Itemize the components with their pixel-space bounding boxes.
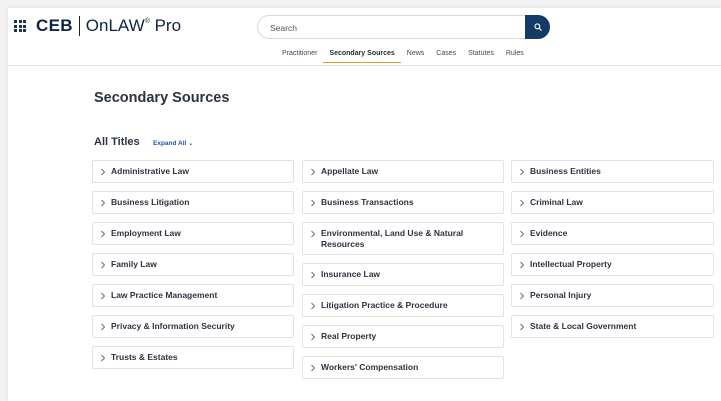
tab-rules[interactable]: Rules (500, 50, 530, 63)
chevron-right-icon (311, 364, 316, 372)
chevron-right-icon (311, 230, 316, 238)
title-item[interactable]: Employment Law (92, 222, 294, 245)
chevron-right-icon (101, 168, 106, 176)
chevron-right-icon (101, 199, 106, 207)
section-title: All Titles (94, 136, 140, 148)
title-item[interactable]: Criminal Law (511, 191, 714, 214)
title-item[interactable]: Real Property (302, 325, 504, 348)
chevron-right-icon (101, 230, 106, 238)
tab-news[interactable]: News (401, 50, 431, 63)
chevron-right-icon (311, 333, 316, 341)
logo[interactable]: CEB OnLAW® Pro (36, 15, 181, 37)
nav-tabs: Practitioner Secondary Sources News Cases St… (276, 50, 530, 63)
title-item-label: Evidence (530, 228, 568, 239)
chevron-right-icon (311, 271, 316, 279)
tab-practitioner[interactable]: Practitioner (276, 50, 323, 63)
chevron-right-icon (520, 230, 525, 238)
top-bar: CEB OnLAW® Pro (0, 0, 721, 40)
title-item[interactable]: Business Entities (511, 160, 714, 183)
logo-divider (78, 16, 80, 36)
title-item[interactable]: Personal Injury (511, 284, 714, 307)
title-item[interactable]: Law Practice Management (92, 284, 294, 307)
tab-cases[interactable]: Cases (430, 50, 462, 63)
logo-product: OnLAW® Pro (85, 16, 182, 35)
chevron-right-icon (101, 292, 106, 300)
search-icon (533, 23, 542, 31)
logo-brand: CEB (36, 16, 73, 35)
title-item[interactable]: Environmental, Land Use & Natural Resour… (302, 222, 504, 255)
title-item-label: Personal Injury (530, 290, 592, 301)
title-item-label: Criminal Law (530, 197, 583, 208)
title-item-label: Insurance Law (321, 269, 381, 280)
title-item[interactable]: Litigation Practice & Procedure (302, 294, 504, 317)
title-item-label: Trusts & Estates (111, 352, 178, 363)
title-item[interactable]: Administrative Law (92, 160, 294, 183)
page-title: Secondary Sources (94, 90, 230, 106)
title-item[interactable]: Evidence (511, 222, 714, 245)
tab-statutes[interactable]: Statutes (462, 50, 500, 63)
search-button[interactable] (525, 15, 550, 39)
title-item-label: State & Local Government (530, 321, 637, 332)
title-item-label: Real Property (321, 331, 377, 342)
title-item[interactable]: State & Local Government (511, 315, 714, 338)
title-item[interactable]: Business Litigation (92, 191, 294, 214)
title-item-label: Environmental, Land Use & Natural Resour… (321, 228, 464, 249)
title-item-label: Family Law (111, 259, 157, 270)
title-item-label: Business Transactions (321, 197, 414, 208)
expand-all-link[interactable]: Expand All ⌄ (153, 139, 194, 147)
title-item[interactable]: Privacy & Information Security (92, 315, 294, 338)
search-bar (257, 15, 550, 39)
title-item[interactable]: Insurance Law (302, 263, 504, 286)
title-item[interactable]: Workers' Compensation (302, 356, 504, 379)
chevron-right-icon (101, 354, 106, 362)
title-item-label: Privacy & Information Security (111, 321, 235, 332)
title-item-label: Business Entities (530, 166, 601, 177)
title-item[interactable]: Business Transactions (302, 191, 504, 214)
title-item-label: Appellate Law (321, 166, 379, 177)
title-item-label: Workers' Compensation (321, 362, 419, 373)
chevron-right-icon (520, 292, 525, 300)
title-item-label: Administrative Law (111, 166, 189, 177)
title-item[interactable]: Family Law (92, 253, 294, 276)
title-item-label: Litigation Practice & Procedure (321, 300, 448, 311)
title-item-label: Employment Law (111, 228, 181, 239)
title-item[interactable]: Trusts & Estates (92, 346, 294, 369)
apps-grid-icon[interactable] (14, 20, 26, 32)
titles-column-3: Business Entities Criminal Law Evidence Int… (511, 160, 714, 346)
titles-column-1: Administrative Law Business Litigation Emp… (92, 160, 294, 377)
titles-column-2: Appellate Law Business Transactions Enviro… (302, 160, 504, 387)
chevron-right-icon (311, 168, 316, 176)
chevron-right-icon (520, 168, 525, 176)
title-item-label: Law Practice Management (111, 290, 218, 301)
chevron-right-icon (520, 199, 525, 207)
tabs-divider (8, 65, 721, 66)
search-input[interactable] (270, 20, 490, 35)
title-item-label: Business Litigation (111, 197, 190, 208)
chevron-right-icon (520, 323, 525, 331)
title-item-label: Intellectual Property (530, 259, 612, 270)
chevron-right-icon (311, 302, 316, 310)
chevron-right-icon (520, 261, 525, 269)
chevron-right-icon (311, 199, 316, 207)
title-item[interactable]: Appellate Law (302, 160, 504, 183)
chevron-right-icon (101, 261, 106, 269)
chevron-right-icon (101, 323, 106, 331)
tab-secondary-sources[interactable]: Secondary Sources (323, 50, 401, 63)
title-item[interactable]: Intellectual Property (511, 253, 714, 276)
